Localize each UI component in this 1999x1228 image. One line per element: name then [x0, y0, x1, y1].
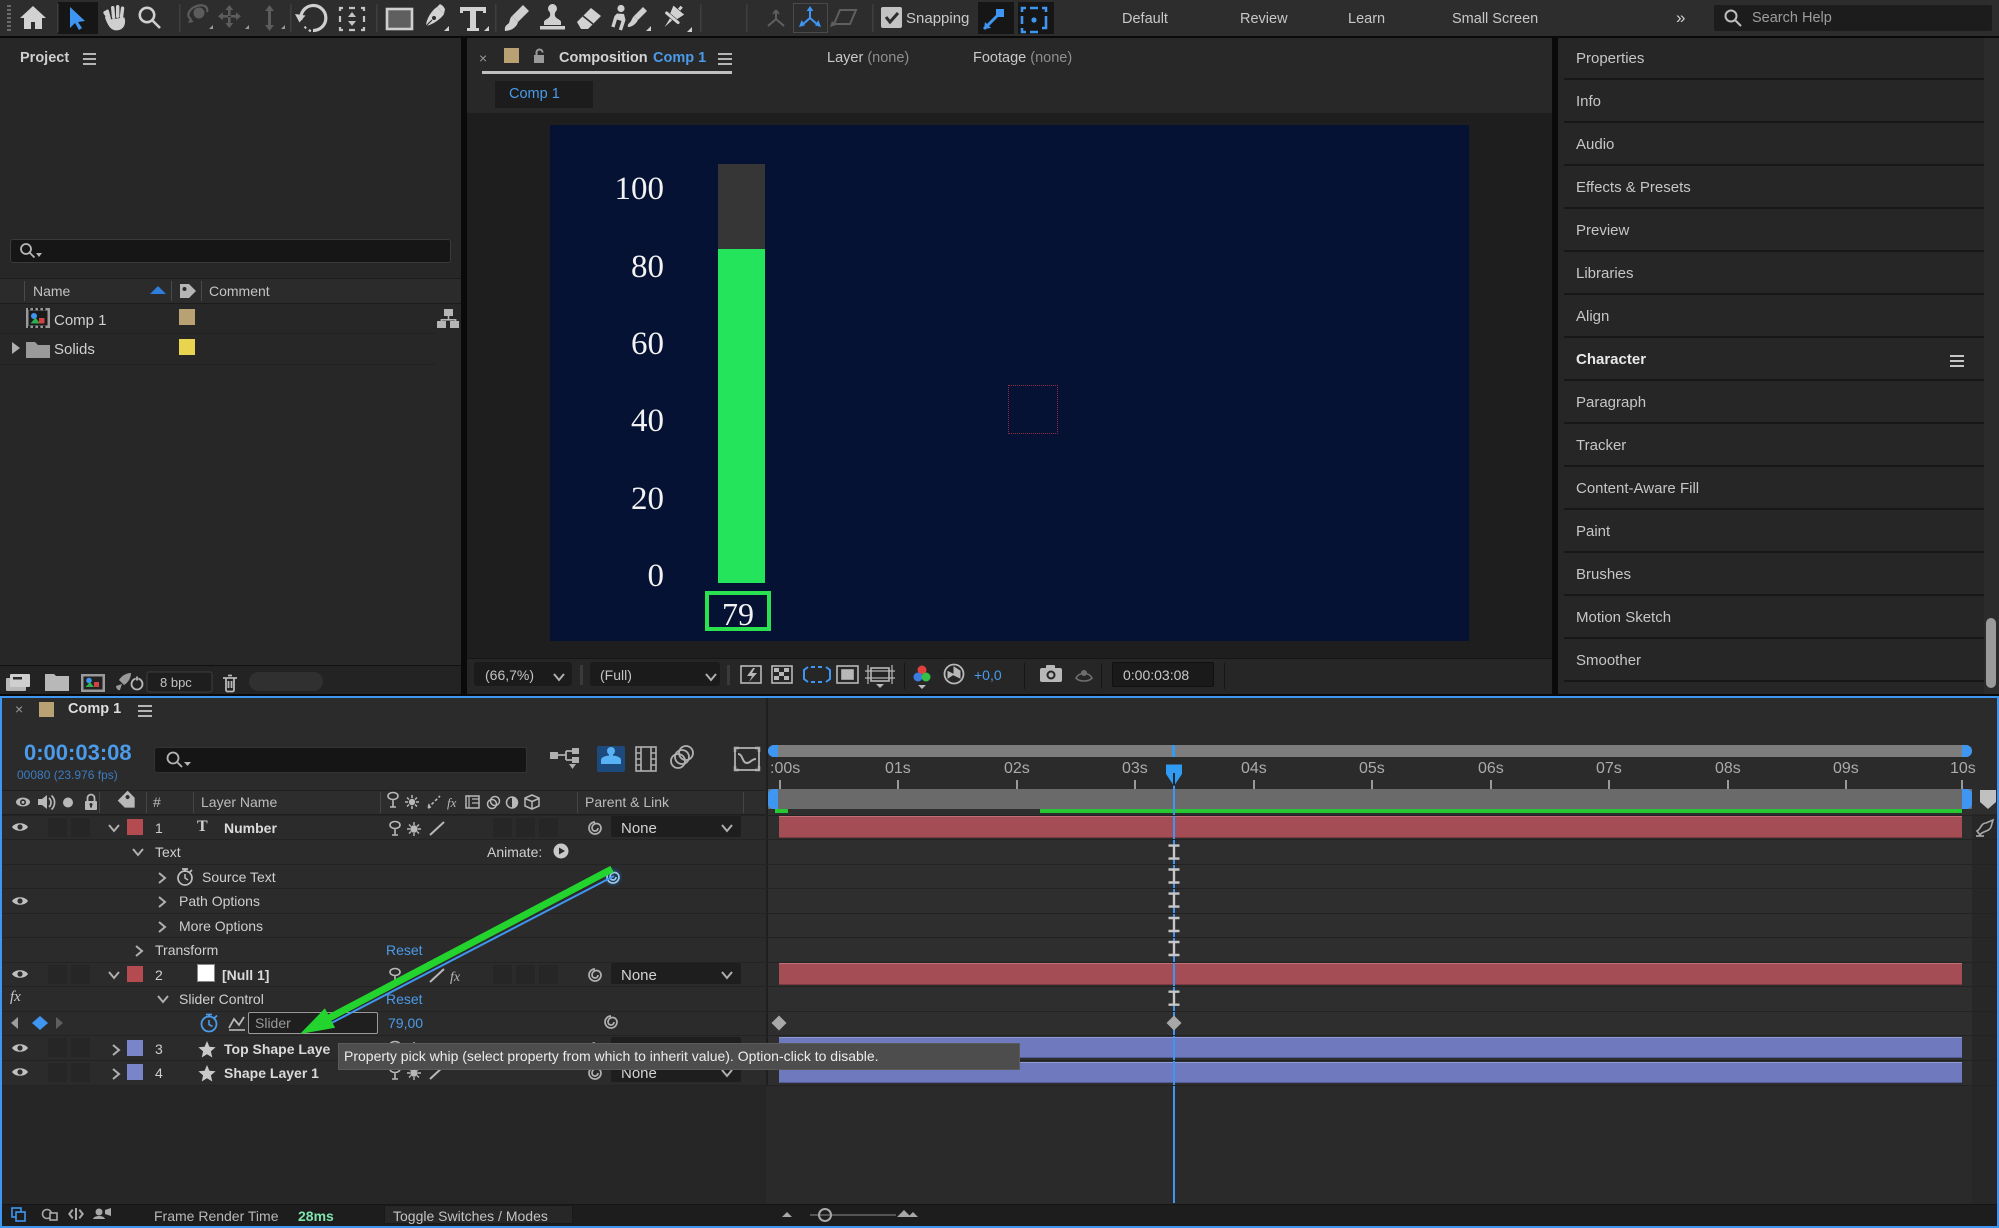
svg-text:fx: fx — [447, 795, 457, 810]
svg-text:fx: fx — [450, 970, 461, 985]
